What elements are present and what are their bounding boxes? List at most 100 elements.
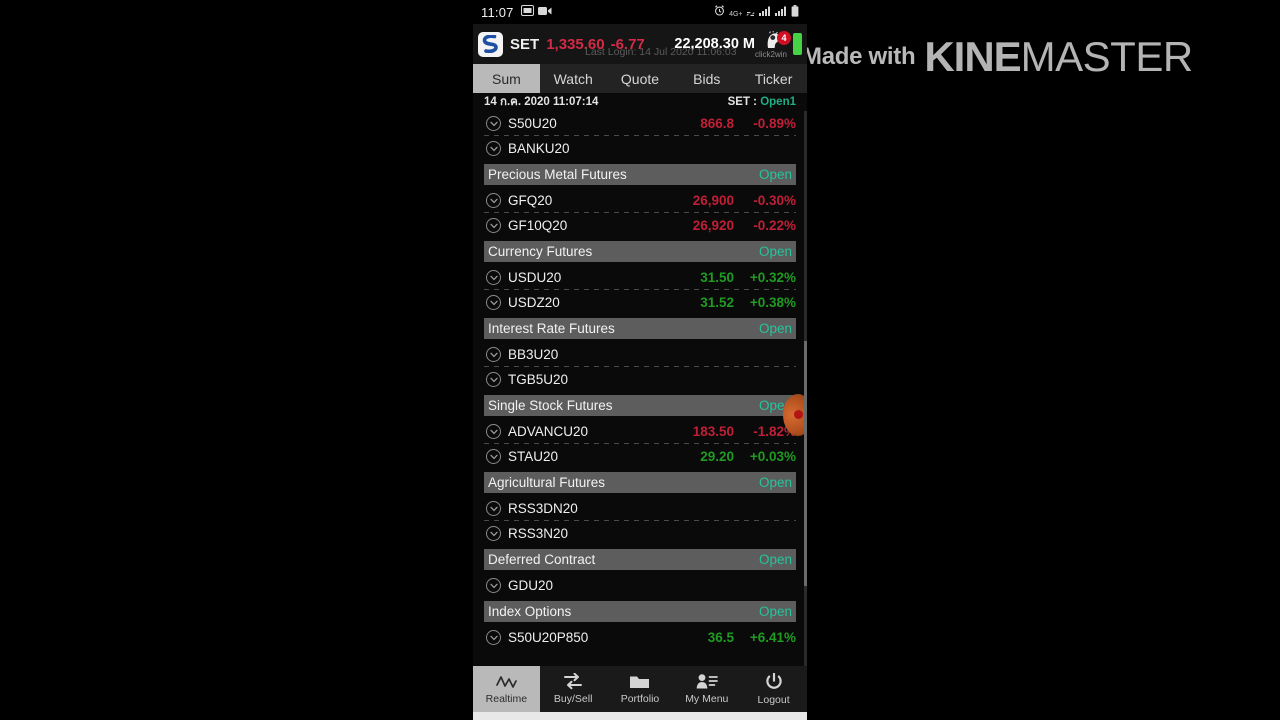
chevron-down-icon[interactable]	[486, 218, 501, 233]
instrument-symbol: S50U20P850	[508, 630, 589, 645]
section-status: Open	[758, 475, 792, 490]
nav-item-my-menu[interactable]: My Menu	[673, 666, 740, 712]
instrument-row[interactable]: GDU20	[473, 573, 807, 598]
chevron-down-icon[interactable]	[486, 141, 501, 156]
tab-ticker[interactable]: Ticker	[740, 64, 807, 93]
instrument-row[interactable]: S50U20P850 36.5 +6.41%	[473, 625, 807, 650]
instrument-price: 36.5	[707, 630, 734, 645]
chevron-down-icon[interactable]	[486, 630, 501, 645]
instrument-change-percent: -0.30%	[753, 193, 796, 208]
instrument-row[interactable]: RSS3N20	[473, 521, 807, 546]
instrument-row[interactable]: ADVANCU20 183.50 -1.82%	[473, 419, 807, 444]
nav-item-portfolio[interactable]: Portfolio	[607, 666, 674, 712]
instrument-row[interactable]: TGB5U20	[473, 367, 807, 392]
screen-root: Made with KINE MASTER 11:07 4G+ SET 1,33…	[0, 0, 1280, 720]
set-status-label: SET :	[727, 96, 757, 108]
instrument-price: 866.8	[700, 116, 734, 131]
section-status: Open	[758, 552, 792, 567]
section-name: Interest Rate Futures	[488, 321, 615, 336]
instrument-change-percent: +0.38%	[749, 295, 796, 310]
tab-sum[interactable]: Sum	[473, 64, 540, 93]
chevron-down-icon[interactable]	[486, 193, 501, 208]
instrument-symbol: RSS3DN20	[508, 501, 578, 516]
section-header[interactable]: Currency Futures Open	[484, 241, 796, 262]
chevron-down-icon[interactable]	[486, 449, 501, 464]
list-scrollbar-thumb[interactable]	[804, 341, 807, 586]
network-4g-icon: 4G+	[729, 5, 755, 19]
instrument-symbol: GFQ20	[508, 193, 553, 208]
instrument-symbol: RSS3N20	[508, 526, 569, 541]
nav-item-buy-sell[interactable]: Buy/Sell	[540, 666, 607, 712]
instrument-row[interactable]: S50U20 866.8 -0.89%	[473, 111, 807, 136]
signal-bars-icon	[759, 5, 771, 19]
signal-bars-2-icon	[775, 5, 787, 19]
chevron-down-icon[interactable]	[486, 526, 501, 541]
section-status: Open	[758, 244, 792, 259]
instrument-change-percent: +6.41%	[749, 630, 796, 645]
alarm-clock-icon	[714, 5, 725, 19]
person-list-icon	[696, 673, 718, 690]
section-name: Index Options	[488, 604, 572, 619]
instrument-row[interactable]: BANKU20	[473, 136, 807, 161]
tab-label: Ticker	[754, 70, 793, 87]
tab-watch[interactable]: Watch	[540, 64, 607, 93]
section-name: Precious Metal Futures	[488, 167, 627, 182]
video-camera-icon	[537, 5, 552, 19]
android-status-bar: 11:07 4G+	[473, 0, 807, 24]
kinemaster-watermark: Made with KINE MASTER	[802, 30, 1262, 84]
chevron-down-icon[interactable]	[486, 424, 501, 439]
section-name: Deferred Contract	[488, 552, 596, 567]
instrument-price: 183.50	[692, 424, 734, 439]
instrument-change-percent: -0.89%	[753, 116, 796, 131]
chevron-down-icon[interactable]	[486, 372, 501, 387]
instrument-row[interactable]: GF10Q20 26,920 -0.22%	[473, 213, 807, 238]
chevron-down-icon[interactable]	[486, 347, 501, 362]
status-bar-clock: 11:07	[481, 4, 514, 20]
tab-bids[interactable]: Bids	[673, 64, 740, 93]
section-header[interactable]: Index Options Open	[484, 601, 796, 622]
trade-arrows-icon	[562, 673, 584, 690]
instrument-change-percent: +0.03%	[749, 449, 796, 464]
click2win-badge-count: 4	[777, 31, 791, 45]
streaming-logo-icon	[478, 31, 503, 57]
nav-item-logout[interactable]: Logout	[740, 666, 807, 712]
chevron-down-icon[interactable]	[486, 501, 501, 516]
tab-label: Bids	[693, 70, 721, 87]
instrument-symbol: STAU20	[508, 449, 559, 464]
instrument-change-percent: -0.22%	[753, 218, 796, 233]
click2win-button[interactable]: 4 click2win	[755, 30, 791, 59]
instrument-row[interactable]: USDU20 31.50 +0.32%	[473, 265, 807, 290]
instrument-row[interactable]: BB3U20	[473, 342, 807, 367]
tab-label: Watch	[553, 70, 593, 87]
instrument-row[interactable]: USDZ20 31.52 +0.38%	[473, 290, 807, 315]
power-icon	[765, 672, 783, 691]
instrument-symbol: BB3U20	[508, 347, 559, 362]
section-header[interactable]: Precious Metal Futures Open	[484, 164, 796, 185]
section-header[interactable]: Single Stock Futures Open	[484, 395, 796, 416]
section-status: Open	[758, 604, 792, 619]
section-header[interactable]: Agricultural Futures Open	[484, 472, 796, 493]
nav-item-label: Buy/Sell	[553, 693, 593, 705]
section-name: Single Stock Futures	[488, 398, 613, 413]
chevron-down-icon[interactable]	[486, 116, 501, 131]
instrument-row[interactable]: RSS3DN20	[473, 496, 807, 521]
section-name: Currency Futures	[488, 244, 593, 259]
market-label: SET	[510, 35, 540, 53]
tab-quote[interactable]: Quote	[607, 64, 674, 93]
instrument-change-percent: +0.32%	[749, 270, 796, 285]
list-scrollbar-track[interactable]	[804, 111, 807, 666]
set-status-value: Open1	[760, 96, 796, 108]
section-header[interactable]: Deferred Contract Open	[484, 549, 796, 570]
nav-item-realtime[interactable]: Realtime	[473, 666, 540, 712]
chevron-down-icon[interactable]	[486, 295, 501, 310]
chevron-down-icon[interactable]	[486, 270, 501, 285]
sim-card-icon	[520, 5, 534, 19]
nav-item-label: My Menu	[685, 693, 729, 705]
chevron-down-icon[interactable]	[486, 578, 501, 593]
instrument-price: 26,920	[692, 218, 734, 233]
instrument-row[interactable]: STAU20 29.20 +0.03%	[473, 444, 807, 469]
section-header[interactable]: Interest Rate Futures Open	[484, 318, 796, 339]
instrument-list[interactable]: S50U20 866.8 -0.89% BANKU20 Precious Metal F…	[473, 111, 807, 666]
market-datetime: 14 ก.ค. 2020 11:07:14	[484, 96, 599, 108]
instrument-row[interactable]: GFQ20 26,900 -0.30%	[473, 188, 807, 213]
